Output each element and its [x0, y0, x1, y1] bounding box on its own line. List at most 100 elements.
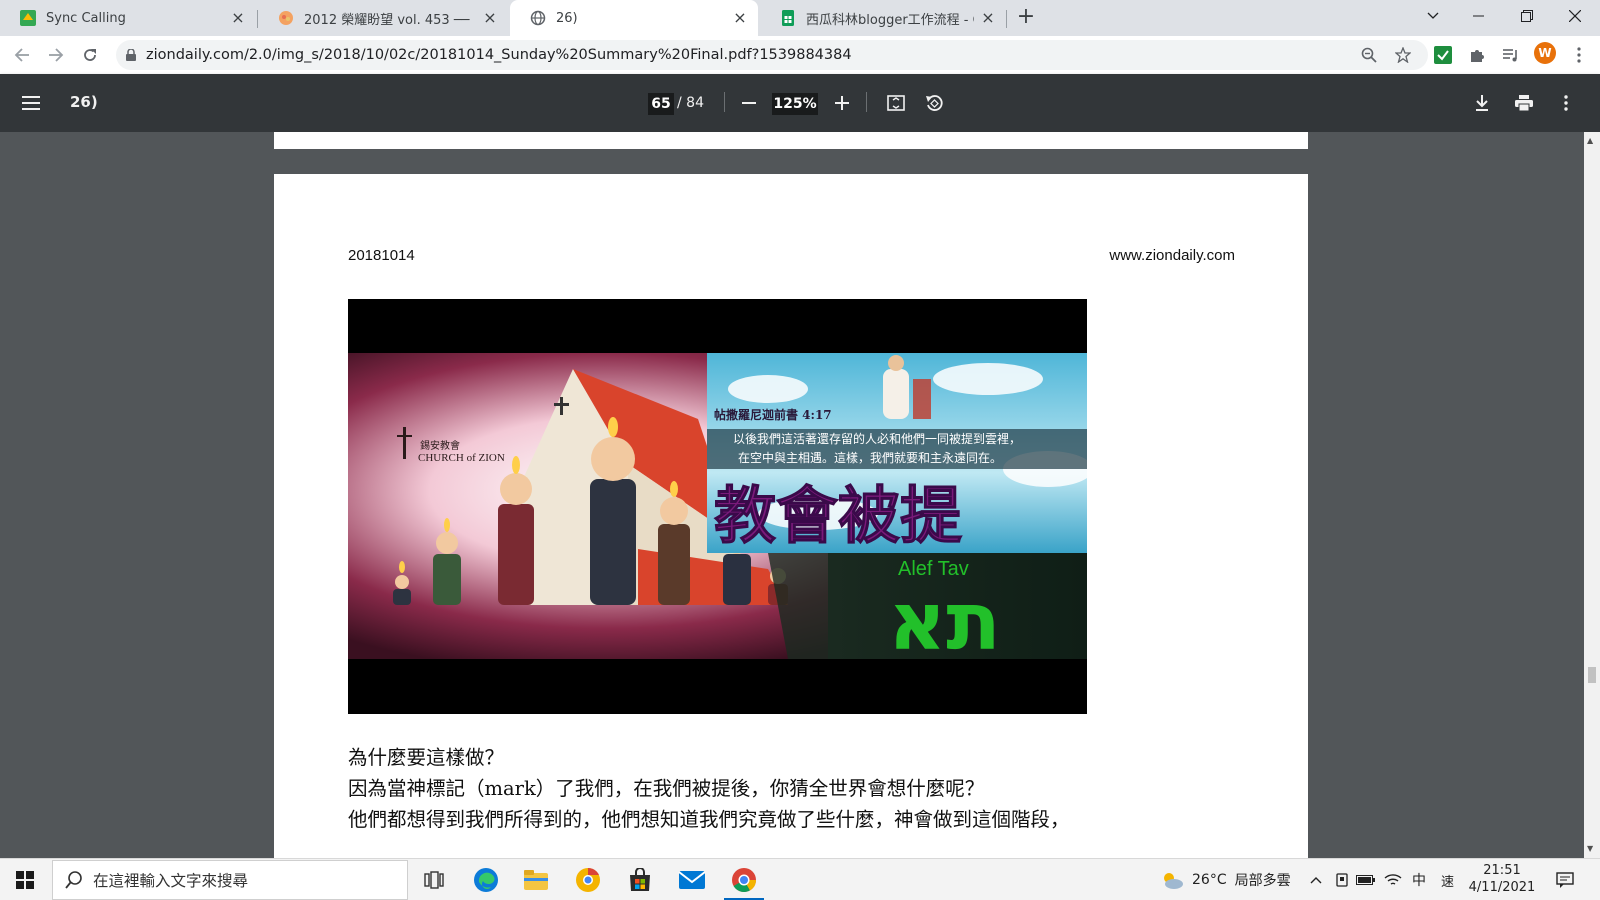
body-text: 為什麼要這樣做？ 因為當神標記（mark）了我們，在我們被提後，你猜全世界會想什… [348, 742, 1070, 835]
verse-line-1: 以後我們這活著還存留的人必和他們一同被提到雲裡， [733, 431, 1021, 446]
pdf-viewer[interactable]: 20181014 www.ziondaily.com 錫安教會 CHURCH o… [0, 132, 1584, 858]
new-tab-button[interactable]: + [1014, 6, 1038, 30]
microsoft-store-icon[interactable] [616, 859, 664, 900]
address-bar[interactable]: ziondaily.com/2.0/img_s/2018/10/02c/2018… [116, 40, 1428, 70]
bookmark-star-icon[interactable] [1392, 44, 1414, 66]
puzzle-extensions-icon[interactable] [1466, 44, 1488, 66]
file-explorer-icon[interactable] [512, 859, 560, 900]
search-icon [65, 871, 83, 889]
tab-title: 2012 榮耀盼望 vol. 453 ── 「重 [304, 12, 476, 28]
tab-title: Sync Calling [46, 10, 126, 26]
ime-mode-indicator[interactable]: 速 [1441, 859, 1454, 900]
rotate-icon[interactable] [922, 91, 946, 115]
page-total: / 84 [677, 95, 704, 111]
wifi-icon[interactable] [1384, 859, 1402, 900]
tab-title: 西瓜科林blogger工作流程 - Goo [806, 12, 974, 28]
checkmark-extension-icon[interactable] [1432, 44, 1454, 66]
print-icon[interactable] [1512, 91, 1536, 115]
browser-toolbar: ziondaily.com/2.0/img_s/2018/10/02c/2018… [0, 36, 1600, 74]
church-logo-cn: 錫安教會 [420, 439, 460, 452]
pdf-toolbar: 26) 65 / 84 125% [0, 74, 1600, 132]
blog-favicon [278, 10, 294, 26]
taskbar-search-box[interactable]: 在這裡輸入文字來搜尋 [52, 860, 408, 900]
pdf-title: 26) [70, 93, 98, 111]
search-placeholder: 在這裡輸入文字來搜尋 [93, 872, 249, 890]
clock-time: 21:51 [1483, 863, 1521, 878]
hamburger-menu-icon[interactable] [22, 91, 46, 115]
mail-icon[interactable] [668, 859, 716, 900]
partly-cloudy-icon [1160, 870, 1184, 890]
media-queue-icon[interactable] [1500, 44, 1522, 66]
sermon-illustration: 錫安教會 CHURCH of ZION 帖撒羅尼迦前書 4:17 以後我們這活著… [348, 299, 1087, 714]
forward-arrow-icon[interactable] [42, 41, 70, 69]
weather-widget[interactable]: 26°C 局部多雲 [1160, 859, 1291, 900]
close-icon[interactable]: × [230, 10, 246, 26]
weather-temperature: 26°C [1192, 872, 1227, 888]
restore-button[interactable] [1504, 0, 1550, 32]
tab-search-icon[interactable] [1410, 0, 1456, 32]
tab-pdf-active[interactable]: 26) × [510, 0, 758, 36]
system-clock[interactable]: 21:51 4/11/2021 [1464, 862, 1540, 896]
church-logo-en: CHURCH of ZION [418, 452, 505, 464]
verse-line-2: 在空中與主相遇。這樣，我們就要和主永遠同在。 [738, 450, 1002, 465]
device-icon[interactable] [1335, 859, 1349, 900]
scroll-up-arrow-icon[interactable]: ▲ [1587, 136, 1593, 145]
tab-separator [1006, 10, 1007, 28]
profile-avatar[interactable]: W [1534, 42, 1556, 64]
pdf-page: 20181014 www.ziondaily.com 錫安教會 CHURCH o… [274, 174, 1308, 858]
page-header-date: 20181014 [348, 247, 415, 264]
tab-sheets[interactable]: 西瓜科林blogger工作流程 - Goo × [760, 0, 1006, 36]
show-hidden-icons-chevron-icon[interactable] [1310, 859, 1322, 900]
tab-sync-calling[interactable]: Sync Calling × [0, 0, 256, 36]
clock-date: 4/11/2021 [1468, 880, 1536, 895]
windows-start-icon[interactable] [0, 859, 50, 900]
tab-blog[interactable]: 2012 榮耀盼望 vol. 453 ── 「重 × [258, 0, 508, 36]
edge-browser-icon[interactable] [462, 859, 510, 900]
lock-icon [126, 49, 136, 61]
windows-taskbar: 在這裡輸入文字來搜尋 26°C 局部多雲 中 速 21:51 4/11/2021 [0, 858, 1600, 900]
paragraph: 為什麼要這樣做？ [348, 746, 505, 769]
toolbar-divider [866, 92, 867, 112]
browser-menu-icon[interactable] [1568, 44, 1590, 66]
ime-language-indicator[interactable]: 中 [1412, 859, 1426, 900]
close-icon[interactable]: × [482, 10, 498, 26]
reload-icon[interactable] [76, 41, 104, 69]
illustration-graphic: 錫安教會 CHURCH of ZION 帖撒羅尼迦前書 4:17 以後我們這活著… [348, 353, 1087, 668]
weather-description: 局部多雲 [1234, 873, 1291, 889]
page-header-website: www.ziondaily.com [1109, 247, 1235, 264]
battery-icon[interactable] [1356, 859, 1376, 900]
scroll-down-arrow-icon[interactable]: ▼ [1587, 844, 1593, 853]
close-icon[interactable]: × [732, 10, 748, 26]
previous-page [274, 132, 1308, 149]
back-arrow-icon[interactable] [8, 41, 36, 69]
more-options-icon[interactable] [1554, 91, 1578, 115]
paragraph: 他們都想得到我們所得到的，他們想知道我們究竟做了些什麼，神會做到這個階段， [348, 808, 1070, 831]
minimize-button[interactable] [1456, 0, 1502, 32]
scrollbar-thumb[interactable] [1588, 667, 1596, 683]
close-icon[interactable]: × [980, 10, 996, 26]
url-text: ziondaily.com/2.0/img_s/2018/10/02c/2018… [146, 47, 852, 63]
zoom-out-icon[interactable] [737, 91, 761, 115]
tab-title: 26) [556, 10, 578, 26]
task-view-icon[interactable] [410, 859, 458, 900]
zoom-in-icon[interactable] [830, 91, 854, 115]
tab-strip: Sync Calling × 2012 榮耀盼望 vol. 453 ── 「重 … [0, 0, 1600, 36]
page-number-input[interactable]: 65 [648, 93, 674, 115]
fit-to-page-icon[interactable] [884, 91, 908, 115]
notification-center-icon[interactable] [1556, 859, 1574, 900]
hebrew-letters: תא [888, 575, 1001, 668]
chrome-canary-icon[interactable] [564, 859, 612, 900]
zoom-icon[interactable] [1358, 44, 1380, 66]
download-icon[interactable] [1470, 91, 1494, 115]
close-window-button[interactable] [1552, 0, 1598, 32]
zoom-level-input[interactable]: 125% [772, 93, 818, 115]
toolbar-divider [724, 92, 725, 112]
globe-icon [530, 10, 546, 26]
verse-reference: 帖撒羅尼迦前書 4:17 [714, 407, 832, 422]
paragraph: 因為當神標記（mark）了我們，在我們被提後，你猜全世界會想什麼呢？ [348, 777, 985, 800]
sync-calling-favicon [20, 10, 36, 26]
sheets-favicon [780, 10, 796, 26]
big-title: 教會被提 [714, 479, 962, 552]
chrome-icon[interactable] [720, 859, 768, 900]
vertical-scrollbar[interactable]: ▲ ▼ [1584, 132, 1600, 858]
